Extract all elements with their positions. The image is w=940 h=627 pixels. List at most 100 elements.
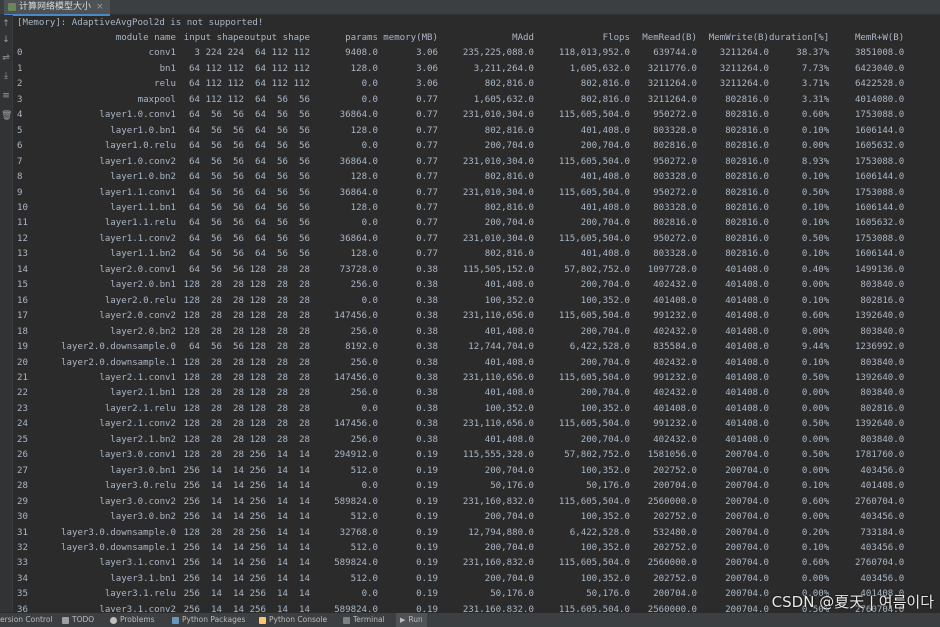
table-cell: 950272.0 [653,187,697,198]
table-cell: 128 [249,264,266,275]
table-cell: 115,605,504.0 [558,233,630,244]
todo-tab[interactable]: TODO [62,613,94,627]
version-control-tab[interactable]: ersion Control [0,613,53,627]
table-cell: 256 [183,496,200,507]
table-cell: 56 [299,110,310,121]
table-cell: 0.10% [801,542,830,553]
table-cell: 0.19 [416,573,438,584]
terminal-tab[interactable]: Terminal [343,613,385,627]
table-cell: 147456.0 [334,419,378,430]
table-cell: 256 [249,512,266,523]
table-cell: 56 [299,141,310,152]
table-cell: 802816.0 [653,141,697,152]
table-cell: 256.0 [350,434,378,445]
soft-wrap-icon[interactable]: ⇌ [1,53,11,64]
table-cell: 0.10% [801,202,830,213]
table-cell: 589824.0 [334,496,378,507]
table-cell: 56 [299,94,310,105]
table-row: 8 layer1.0.bn2 64 56 56 64 56 56 128.0 0.77 802,81… [17,170,904,185]
table-cell: 14 [211,481,222,492]
problems-tab[interactable]: Problems [110,613,155,627]
table-row: 12 layer1.1.conv2 64 56 56 64 56 56 36864.0 0.77 2… [17,232,904,247]
table-cell: 64 [255,249,266,260]
scroll-up-icon[interactable]: ↑ [1,19,11,30]
table-cell: maxpool [137,94,176,105]
table-cell: layer2.0.conv2 [99,311,176,322]
table-cell: 0.77 [416,187,438,198]
table-cell: 200,704.0 [580,280,630,291]
table-cell: 112 [271,63,288,74]
table-cell: layer3.0.conv1 [99,450,176,461]
table-cell: 14 [277,527,288,538]
scroll-to-end-icon[interactable]: ⤓ [1,71,11,82]
table-cell: 256 [183,558,200,569]
table-row: 5 layer1.0.bn1 64 56 56 64 56 56 128.0 0.77 802,81… [17,124,904,139]
table-cell: 0.19 [416,512,438,523]
table-cell: 401,408.0 [580,172,630,183]
table-cell: 14 [277,558,288,569]
table-cell: 200,704.0 [580,388,630,399]
table-cell: 128 [249,434,266,445]
trash-icon[interactable]: 🗑 [1,111,12,122]
table-cell: 19 [17,342,28,353]
table-cell: 200704.0 [725,512,769,523]
table-cell: 100,352.0 [580,542,630,553]
table-cell: 115,555,328.0 [462,450,534,461]
table-cell: 0.77 [416,156,438,167]
table-cell: 56 [233,249,244,260]
table-cell: 56 [211,187,222,198]
console-output[interactable]: [Memory]: AdaptiveAvgPool2d is not suppo… [17,16,937,612]
table-cell: 128.0 [350,125,378,136]
tab-run-config[interactable]: 计算网络模型大小 × [4,0,110,16]
table-cell: 0.10% [801,172,830,183]
python-console-tab[interactable]: Python Console [259,613,327,627]
table-cell: 100,352.0 [580,403,630,414]
table-cell: 0.00% [801,141,830,152]
table-cell: 0.0 [361,403,378,414]
table-cell: 200,704.0 [580,357,630,368]
header-duration: duration[%] [769,33,830,43]
table-cell: 0.38 [416,419,438,430]
table-cell: 8.93% [801,156,830,167]
table-cell: 0.10% [801,125,830,136]
scroll-down-icon[interactable]: ↓ [1,35,11,46]
table-cell: 401408.0 [725,419,769,430]
table-cell: 28 [299,311,310,322]
table-cell: 14 [233,542,244,553]
table-cell: 14 [299,465,310,476]
table-cell: 256.0 [350,388,378,399]
table-cell: layer3.1.relu [104,589,176,600]
table-cell: 200704.0 [725,573,769,584]
table-cell: 1 [17,63,23,74]
table-cell: 0.0 [361,218,378,229]
run-tab[interactable]: ▶ Run [396,613,427,627]
table-cell: 0.38 [416,342,438,353]
table-cell: 256 [249,450,266,461]
table-cell: 128 [183,419,200,430]
table-cell: 28 [211,419,222,430]
python-packages-tab[interactable]: Python Packages [172,613,245,627]
table-cell: 34 [17,573,28,584]
table-cell: 200,704.0 [484,573,534,584]
table-cell: 589824.0 [334,558,378,569]
table-cell: 402432.0 [653,434,697,445]
table-cell: 16 [17,295,28,306]
table-cell: 56 [299,172,310,183]
table-cell: 401408.0 [725,280,769,291]
table-cell: 28 [277,264,288,275]
table-cell: 802816.0 [725,125,769,136]
print-icon[interactable]: ≡ [1,91,11,102]
table-cell: 64 [189,156,200,167]
table-cell: 200704.0 [725,589,769,600]
table-cell: 402432.0 [653,326,697,337]
header-input-shape: input shape [183,33,244,43]
table-cell: 64 [255,187,266,198]
table-cell: 128.0 [350,63,378,74]
table-cell: 803840.0 [860,280,905,291]
table-cell: 0.38 [416,403,438,414]
warning-line: [Memory]: AdaptiveAvgPool2d is not suppo… [17,18,264,28]
table-cell: 0.19 [416,481,438,492]
close-icon[interactable]: × [96,1,104,14]
table-cell: 231,010,304.0 [462,156,534,167]
table-cell: 1392640.0 [854,419,905,430]
